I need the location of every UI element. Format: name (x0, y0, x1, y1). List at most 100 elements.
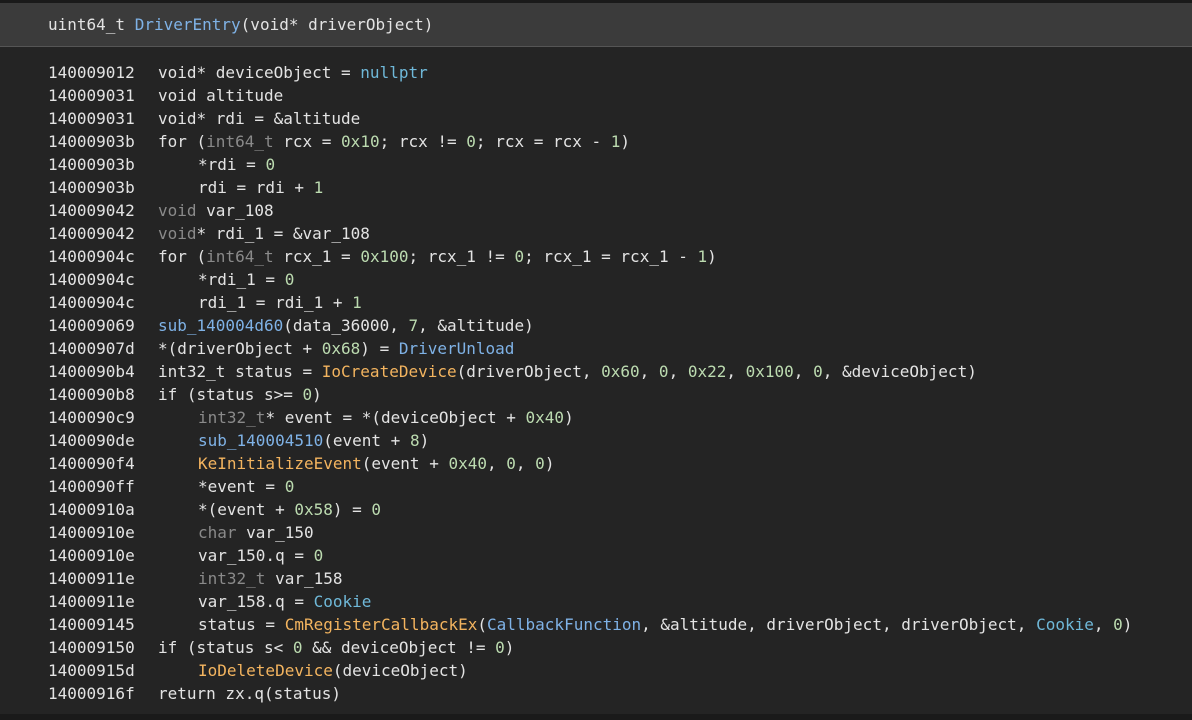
code-line[interactable]: 14000910e var_150.q = 0 (0, 544, 1192, 567)
line-source: status = CmRegisterCallbackEx(CallbackFu… (198, 613, 1132, 636)
code-token: && deviceObject != (302, 638, 496, 657)
line-address: 14000904c (48, 293, 135, 312)
line-source: if (status s>= 0) (158, 383, 322, 406)
line-address: 140009150 (48, 638, 135, 657)
code-line[interactable]: 14000910e char var_150 (0, 521, 1192, 544)
code-token[interactable]: sub_140004d60 (158, 316, 283, 335)
code-token: 0x100 (360, 247, 409, 266)
code-line[interactable]: 1400090f4 KeInitializeEvent(event + 0x40,… (0, 452, 1192, 475)
code-token: 0x22 (687, 362, 727, 381)
code-token: rdi_1 = rdi_1 + (198, 293, 353, 312)
code-line[interactable]: 14000911e int32_t var_158 (0, 567, 1192, 590)
code-token: var_158 (265, 569, 343, 588)
line-source: void* rdi_1 = &var_108 (158, 222, 370, 245)
code-token: 1 (313, 178, 324, 197)
code-token: 7 (408, 316, 419, 335)
line-address: 1400090b8 (48, 385, 135, 404)
code-token: rcx_1 = (273, 247, 361, 266)
line-address: 14000910a (48, 500, 135, 519)
code-token[interactable]: DriverUnload (399, 339, 515, 358)
code-line[interactable]: 14000903b rdi = rdi + 1 (0, 176, 1192, 199)
code-token: 0 (284, 477, 295, 496)
function-signature[interactable]: uint64_t DriverEntry(void* driverObject) (48, 15, 433, 35)
code-token: ) (1122, 615, 1133, 634)
line-source: int32_t var_158 (198, 567, 343, 590)
line-address: 14000903b (48, 155, 135, 174)
code-line[interactable]: 14000911e var_158.q = Cookie (0, 590, 1192, 613)
code-line[interactable]: 14000907d *(driverObject + 0x68) = Driver… (0, 337, 1192, 360)
code-line[interactable]: 14000903b *rdi = 0 (0, 153, 1192, 176)
code-line[interactable]: 140009012 void* deviceObject = nullptr (0, 61, 1192, 84)
code-token: rcx = (273, 132, 342, 151)
code-token: , (668, 362, 688, 381)
signature-token: uint64_t (48, 15, 135, 34)
code-token: 0 (495, 638, 505, 657)
code-token: var_150.q = (198, 546, 314, 565)
code-token[interactable]: CallbackFunction (487, 615, 641, 634)
code-line[interactable]: 140009042 void var_108 (0, 199, 1192, 222)
line-address: 1400090de (48, 431, 135, 450)
code-token: ) (504, 638, 515, 657)
line-source: char var_150 (198, 521, 314, 544)
line-source: void var_108 (158, 199, 274, 222)
line-address: 14000910e (48, 523, 135, 542)
code-line[interactable]: 14000904c for (int64_t rcx_1 = 0x100; rcx… (0, 245, 1192, 268)
code-token: ; rcx != (379, 132, 467, 151)
code-line[interactable]: 1400090de sub_140004510(event + 8) (0, 429, 1192, 452)
code-token: 1 (352, 293, 362, 312)
code-token[interactable]: CmRegisterCallbackEx (285, 615, 478, 634)
code-token: 0 (813, 362, 823, 381)
code-token: , (639, 362, 659, 381)
code-token: (event + (323, 431, 410, 450)
code-line[interactable]: 14000904c rdi_1 = rdi_1 + 1 (0, 291, 1192, 314)
code-token: int32_t (198, 408, 266, 427)
code-line[interactable]: 1400090b8 if (status s>= 0) (0, 383, 1192, 406)
line-address: 1400090ff (48, 477, 135, 496)
line-source: for (int64_t rcx_1 = 0x100; rcx_1 != 0; … (158, 245, 717, 268)
code-line[interactable]: 140009150 if (status s< 0 && deviceObject… (0, 636, 1192, 659)
code-token: rdi = rdi + (198, 178, 314, 197)
code-line[interactable]: 1400090b4 int32_t status = IoCreateDevice… (0, 360, 1192, 383)
code-token: int32_t status = (158, 362, 322, 381)
line-source: *(driverObject + 0x68) = DriverUnload (158, 337, 514, 360)
line-address: 140009031 (48, 86, 135, 105)
line-address: 14000911e (48, 592, 135, 611)
code-token[interactable]: sub_140004510 (198, 431, 323, 450)
line-address: 1400090c9 (48, 408, 135, 427)
code-line[interactable]: 140009145 status = CmRegisterCallbackEx(C… (0, 613, 1192, 636)
line-source: int32_t* event = *(deviceObject + 0x40) (198, 406, 574, 429)
code-token[interactable]: IoDeleteDevice (198, 661, 333, 680)
code-line[interactable]: 140009031 void* rdi = &altitude (0, 107, 1192, 130)
code-line[interactable]: 1400090ff *event = 0 (0, 475, 1192, 498)
line-address: 1400090f4 (48, 454, 135, 473)
code-token[interactable]: IoCreateDevice (322, 362, 457, 381)
line-source: void altitude (158, 84, 283, 107)
code-token: nullptr (360, 63, 428, 82)
code-line[interactable]: 14000903b for (int64_t rcx = 0x10; rcx !=… (0, 130, 1192, 153)
signature-token[interactable]: DriverEntry (135, 15, 241, 34)
code-token: , (1093, 615, 1114, 634)
line-address: 14000903b (48, 132, 135, 151)
line-address: 140009145 (48, 615, 135, 634)
line-source: var_158.q = Cookie (198, 590, 371, 613)
code-token: if (status s< (158, 638, 293, 657)
code-token: *rdi = (198, 155, 266, 174)
code-token: (deviceObject) (332, 661, 468, 680)
code-line[interactable]: 140009031 void altitude (0, 84, 1192, 107)
code-token: var_150 (236, 523, 314, 542)
code-line[interactable]: 1400090c9 int32_t* event = *(deviceObject… (0, 406, 1192, 429)
code-line[interactable]: 140009069 sub_140004d60(data_36000, 7, &a… (0, 314, 1192, 337)
code-line[interactable]: 14000910a *(event + 0x58) = 0 (0, 498, 1192, 521)
code-line[interactable]: 14000904c *rdi_1 = 0 (0, 268, 1192, 291)
code-line[interactable]: 140009042 void* rdi_1 = &var_108 (0, 222, 1192, 245)
code-line[interactable]: 14000915d IoDeleteDevice(deviceObject) (0, 659, 1192, 682)
code-token: 0 (514, 247, 525, 266)
code-token: ) (707, 247, 717, 266)
line-source: sub_140004510(event + 8) (198, 429, 429, 452)
code-line[interactable]: 14000916f return zx.q(status) (0, 682, 1192, 705)
code-token: for ( (158, 247, 207, 266)
code-token[interactable]: KeInitializeEvent (198, 454, 362, 473)
line-address: 14000904c (48, 270, 135, 289)
code-token: 0 (506, 454, 516, 473)
code-token: ) (564, 408, 574, 427)
